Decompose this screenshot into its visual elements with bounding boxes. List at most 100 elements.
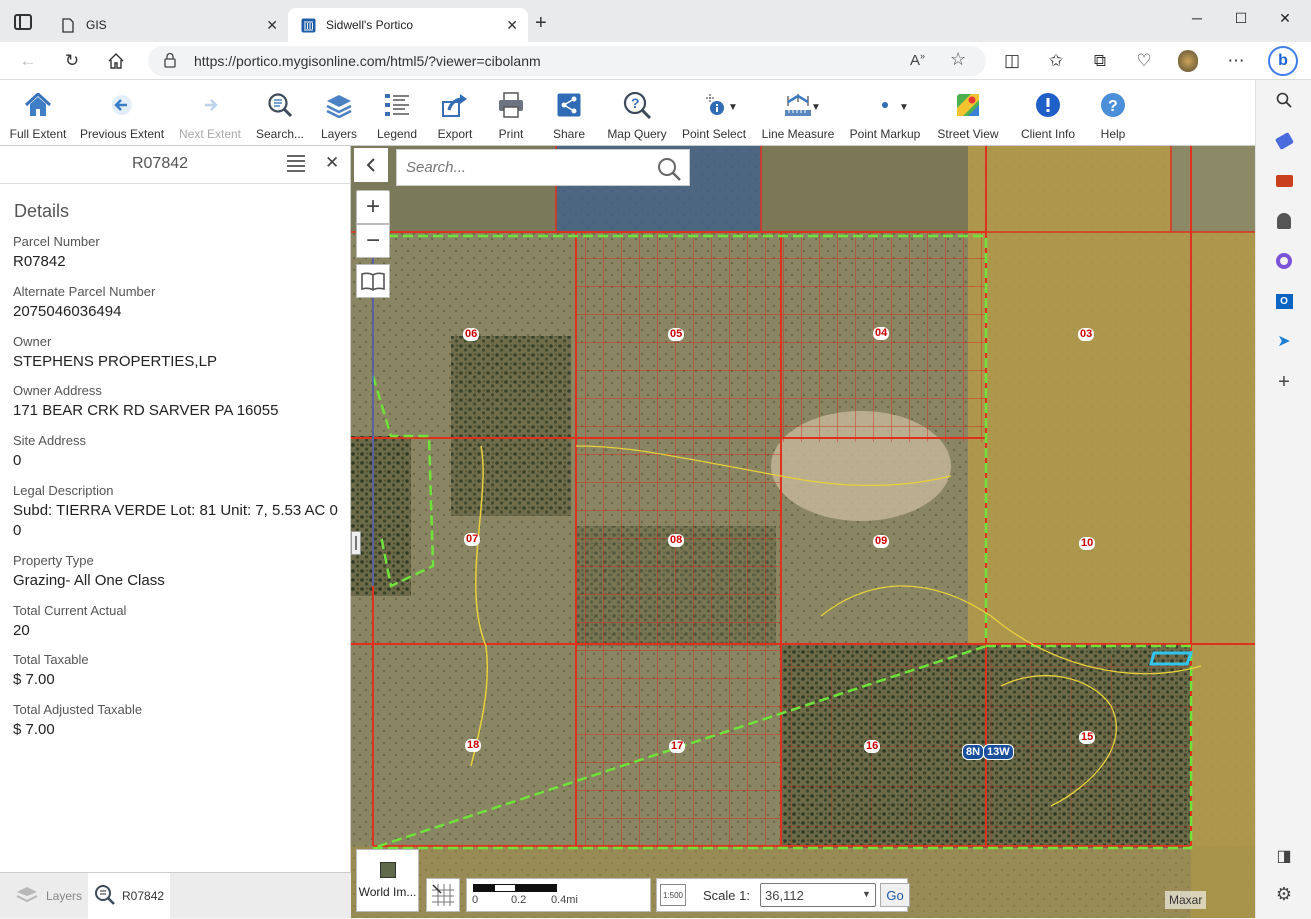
tab-layers[interactable]: Layers (0, 873, 88, 919)
close-tab-icon[interactable]: ✕ (266, 17, 278, 34)
scale-select[interactable]: 36,112 ▼ (760, 883, 876, 907)
line-measure-button[interactable]: Line Measure (762, 90, 834, 142)
home-browser-icon[interactable] (106, 51, 126, 71)
go-button[interactable]: Go (880, 883, 910, 907)
search-tool-button[interactable]: Search... (256, 90, 304, 142)
scale-panel: 1:500 Scale 1: 36,112 ▼ Go (656, 878, 910, 912)
tab-portico[interactable]: Sidwell's Portico ✕ (288, 8, 528, 42)
copilot-icon[interactable]: b (1268, 46, 1298, 76)
tab-actions-icon[interactable] (14, 14, 32, 30)
point-select-button[interactable]: Point Select (682, 90, 746, 142)
field-value: $ 7.00 (13, 721, 55, 738)
attribution: Maxar (1165, 891, 1207, 909)
range-label: 13W (983, 744, 1014, 760)
field-label: Alternate Parcel Number (13, 284, 156, 299)
scale-value: 36,112 (765, 888, 804, 903)
tab-gis[interactable]: GIS ✕ (48, 8, 288, 42)
collections-icon[interactable]: ⧉ (1090, 51, 1110, 71)
details-panel: R07842 ✕ Details Parcel Number R07842 Al… (0, 146, 351, 919)
full-extent-button[interactable]: Full Extent (10, 90, 66, 142)
minimize-icon[interactable]: ─ (1177, 10, 1217, 26)
outlook-icon[interactable]: O (1274, 291, 1294, 311)
url-field[interactable]: https://portico.mygisonline.com/html5/?v… (148, 46, 986, 76)
read-aloud-icon[interactable]: A» (910, 51, 925, 69)
close-window-icon[interactable]: ✕ (1265, 10, 1305, 27)
aerial-imagery (351, 146, 1255, 918)
maximize-icon[interactable]: ☐ (1221, 10, 1261, 27)
favorite-star-icon[interactable]: ☆ (950, 49, 966, 70)
point-select-dropdown-icon[interactable]: ▼ (728, 102, 738, 113)
panel-close-icon[interactable]: ✕ (325, 153, 339, 173)
settings-gear-icon[interactable]: ⚙ (1274, 884, 1294, 904)
legend-button[interactable]: Legend (377, 90, 417, 142)
client-info-button[interactable]: Client Info (1021, 90, 1075, 142)
svg-text:?: ? (631, 95, 640, 111)
microsoft365-icon[interactable] (1274, 251, 1294, 271)
back-icon[interactable]: ← (18, 51, 38, 71)
panel-menu-icon[interactable] (287, 155, 305, 172)
zoom-in-button[interactable]: + (356, 190, 390, 224)
next-extent-button[interactable]: Next Extent (179, 90, 241, 142)
new-tab-button[interactable]: + (535, 12, 547, 35)
collapse-panel-button[interactable] (354, 148, 388, 182)
tools-briefcase-icon[interactable] (1274, 171, 1294, 191)
close-tab-icon[interactable]: ✕ (506, 17, 518, 34)
section-label: 16 (864, 740, 881, 753)
scale-toggle-button[interactable] (426, 878, 460, 912)
field-value: 171 BEAR CRK RD SARVER PA 16055 (13, 402, 279, 419)
tab-title: GIS (86, 18, 107, 32)
panel-bottom-tabs: Layers R07842 (0, 872, 351, 919)
map-search-input[interactable] (406, 152, 646, 183)
lock-icon[interactable] (164, 52, 176, 73)
back-arrow-icon (111, 90, 133, 120)
print-button[interactable]: Print (496, 90, 526, 142)
basemap-switcher[interactable]: World Im... (356, 849, 419, 912)
map-query-button[interactable]: ? Map Query (607, 90, 667, 142)
field-parcel-number: Parcel Number R07842 (13, 234, 343, 272)
export-button[interactable]: Export (437, 90, 473, 142)
field-label: Property Type (13, 553, 94, 568)
profile-avatar[interactable] (1178, 50, 1198, 72)
panel-resize-handle[interactable] (351, 531, 361, 555)
map-view[interactable]: 06 05 04 03 07 08 09 10 18 17 16 15 8N 1… (351, 146, 1255, 918)
section-label: 03 (1078, 328, 1095, 341)
home-icon (25, 90, 51, 120)
portico-favicon-icon (300, 17, 316, 33)
field-label: Total Taxable (13, 652, 89, 667)
layers-button[interactable]: Layers (321, 90, 357, 142)
bookmarks-button[interactable] (356, 264, 390, 298)
add-sidebar-icon[interactable]: + (1274, 371, 1294, 393)
send-icon[interactable]: ➤ (1274, 331, 1294, 351)
help-button[interactable]: ? Help (1098, 90, 1128, 142)
favorites-icon[interactable]: ✩ (1046, 51, 1066, 71)
field-total-taxable: Total Taxable $ 7.00 (13, 652, 343, 690)
games-icon[interactable] (1274, 211, 1294, 231)
street-view-button[interactable]: Street View (937, 90, 999, 142)
map-search-box[interactable] (396, 149, 690, 186)
field-value: Subd: TIERRA VERDE Lot: 81 Unit: 7, 5.53… (13, 502, 338, 539)
section-label: 06 (463, 328, 480, 341)
help-icon: ? (1100, 90, 1126, 120)
more-menu-icon[interactable]: ⋯ (1226, 51, 1246, 71)
share-button[interactable]: Share (552, 90, 586, 142)
field-label: Parcel Number (13, 234, 100, 249)
point-markup-dropdown-icon[interactable]: ▼ (899, 102, 909, 113)
previous-extent-button[interactable]: Previous Extent (80, 90, 164, 142)
zoom-out-button[interactable]: − (356, 224, 390, 258)
field-value: $ 7.00 (13, 671, 55, 688)
line-measure-dropdown-icon[interactable]: ▼ (811, 102, 821, 113)
point-markup-button[interactable]: Point Markup (850, 90, 920, 142)
field-property-type: Property Type Grazing- All One Class (13, 553, 343, 591)
section-label: 08 (668, 534, 685, 547)
shopping-tag-icon[interactable] (1274, 131, 1294, 151)
hide-sidebar-icon[interactable]: ◨ (1274, 846, 1294, 866)
info-icon (1035, 90, 1061, 120)
page-icon (60, 17, 76, 33)
field-total-current-actual: Total Current Actual 20 (13, 603, 343, 641)
split-screen-icon[interactable]: ◫ (1002, 51, 1022, 71)
search-sidebar-icon[interactable] (1274, 90, 1294, 110)
tab-parcel[interactable]: R07842 (88, 873, 170, 919)
performance-icon[interactable]: ♡ (1134, 51, 1154, 71)
search-icon[interactable] (657, 157, 681, 186)
refresh-icon[interactable]: ↻ (62, 51, 82, 71)
